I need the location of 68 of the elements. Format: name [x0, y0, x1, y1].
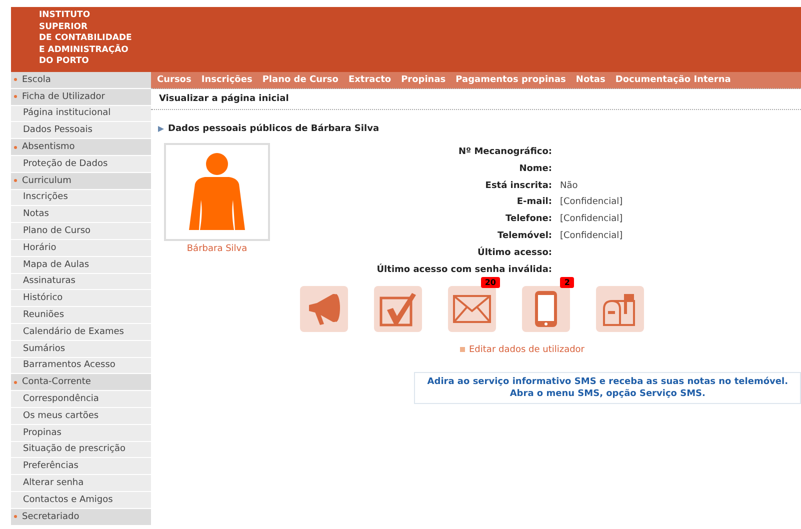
logo-text: DE CONTABILIDADE: [39, 33, 133, 44]
bullet-icon: [14, 179, 17, 182]
count-badge: 20: [480, 276, 500, 288]
sidebar-item[interactable]: Correspondência: [11, 391, 151, 408]
bullet-icon: [14, 380, 17, 384]
sidebar-item[interactable]: Secretariado: [11, 508, 151, 526]
field-label: Telemóvel:: [496, 230, 552, 242]
sidebar-item[interactable]: Dados Pessoais: [11, 122, 151, 140]
square-icon: [460, 347, 465, 352]
logo-text: INSTITUTO: [39, 10, 92, 22]
field-value: [Confidencial]: [560, 213, 623, 226]
field-value: [Confidencial]: [560, 230, 623, 242]
sidebar-item[interactable]: Conta-Corrente: [11, 374, 151, 392]
sidebar-item[interactable]: Proteção de Dados: [11, 156, 151, 173]
sidebar-item[interactable]: Preferências: [11, 458, 151, 476]
sidebar-item[interactable]: Escola: [11, 72, 151, 89]
sidebar-item[interactable]: Absentismo: [11, 139, 151, 156]
count-badge: 2: [560, 276, 574, 288]
sidebar-item[interactable]: Situação de prescrição: [11, 442, 151, 458]
sidebar-item[interactable]: Os meus cartões: [11, 408, 151, 425]
logo-text: DO PORTO: [39, 56, 90, 68]
shortcut-tile[interactable]: [522, 286, 570, 332]
sidebar-item[interactable]: Propinas: [11, 424, 151, 442]
field-label: Nome:: [518, 162, 552, 175]
shortcut-tile[interactable]: [300, 286, 348, 332]
sidebar-item[interactable]: Histórico: [11, 290, 151, 308]
sidebar-item[interactable]: Ficha de Utilizador: [11, 88, 151, 106]
field-value: Não: [560, 180, 579, 192]
arrow-icon: [158, 126, 164, 132]
sidebar-item[interactable]: Página institucional: [11, 106, 151, 122]
notice-text: Abra o menu SMS, opção Serviço SMS.: [510, 388, 706, 400]
breadcrumb: Visualizar a página inicial: [159, 94, 289, 104]
bullet-icon: [14, 515, 17, 518]
sidebar-item[interactable]: Horário: [11, 240, 151, 257]
sidebar-item[interactable]: Calendário de Exames: [11, 324, 151, 341]
sidebar-item[interactable]: Notas: [11, 206, 151, 224]
sidebar-item[interactable]: Mapa de Aulas: [11, 256, 151, 274]
envelope-icon: [452, 294, 492, 324]
sidebar-item[interactable]: Sumários: [11, 340, 151, 358]
bullet-icon: [14, 146, 17, 149]
sidebar-item[interactable]: Reuniões: [11, 307, 151, 324]
profile-name: Bárbara Silva: [186, 244, 248, 254]
sidebar-item[interactable]: Plano de Curso: [11, 223, 151, 240]
person-icon: [189, 152, 245, 232]
notice-text: Adira ao serviço informativo SMS e receba as suas notas no telemóvel.: [427, 376, 788, 388]
shortcut-tile[interactable]: [448, 286, 496, 332]
edit-link[interactable]: Editar dados de utilizador: [469, 344, 585, 355]
field-label: Último acesso:: [476, 246, 552, 259]
logo-text: SUPERIOR: [39, 22, 89, 34]
bullet-icon: [14, 78, 17, 82]
field-value: [Confidencial]: [560, 196, 623, 208]
field-label: E-mail:: [516, 196, 552, 208]
sidebar-item[interactable]: Alterar senha: [11, 475, 151, 492]
sidebar-item[interactable]: Inscrições: [11, 190, 151, 206]
field-label: Nº Mecanográfico:: [457, 146, 552, 158]
sidebar-item[interactable]: Barramentos Acesso: [11, 358, 151, 374]
section-title: Dados pessoais públicos de Bárbara Silva: [168, 124, 380, 134]
sidebar-item[interactable]: Contactos e Amigos: [11, 492, 151, 509]
field-label: Último acesso com senha inválida:: [376, 264, 552, 276]
phone-icon: [533, 290, 559, 328]
field-label: Está inscrita:: [484, 180, 552, 192]
bullet-icon: [14, 95, 17, 98]
field-label: Telefone:: [504, 213, 552, 226]
sidebar-item[interactable]: Assinaturas: [11, 274, 151, 290]
shortcut-tile[interactable]: [596, 286, 644, 332]
sidebar-item[interactable]: Curriculum: [11, 172, 151, 190]
logo-text: E ADMINISTRAÇÃO: [39, 44, 130, 56]
shortcut-tile[interactable]: [374, 286, 422, 332]
